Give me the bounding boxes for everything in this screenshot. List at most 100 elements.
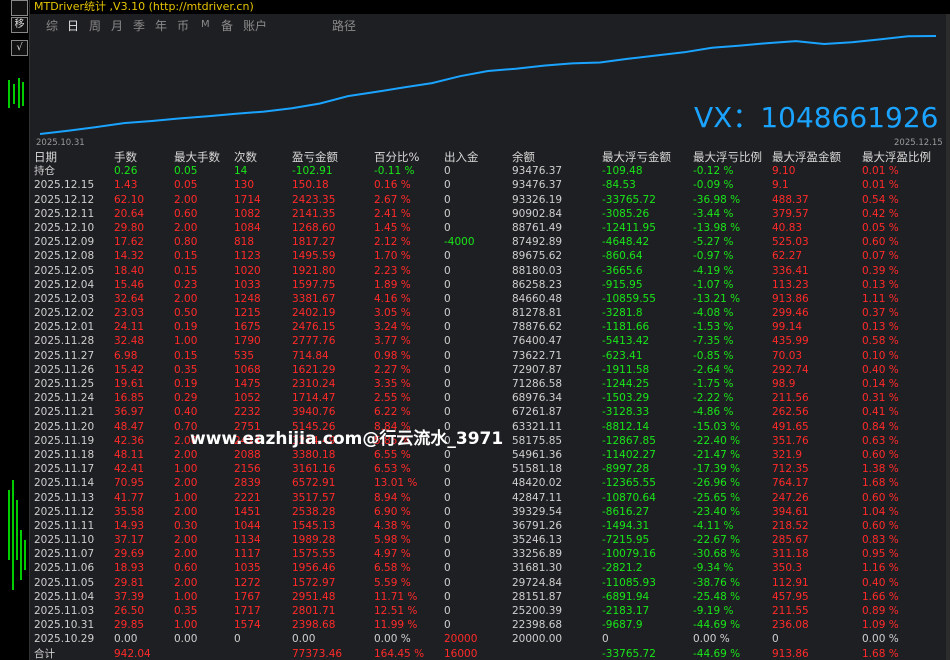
cell-pnl: 盈亏金额 (292, 150, 338, 164)
tab-m[interactable]: M (201, 19, 210, 30)
cell-percent: 3.24 % (374, 321, 411, 334)
cell-percent: 8.94 % (374, 491, 411, 504)
cell-max-float-loss-pct: -2.64 % (693, 363, 734, 376)
cell-percent: 2.12 % (374, 236, 411, 249)
check-button[interactable]: √ (11, 40, 28, 56)
table-row: 2025.11.11 14.93 0.30 1044 1545.13 4.38 % 0 367… (34, 519, 946, 533)
cell-max-float-profit: 62.27 (772, 250, 803, 263)
tab-day[interactable]: 日 (67, 17, 79, 34)
table-row: 2025.11.17 42.41 1.00 2156 3161.16 6.53 % 0 515… (34, 462, 946, 476)
cell-lots: 15.42 (114, 363, 145, 376)
cell-percent: 0.98 % (374, 349, 411, 362)
cell-percent: 4.16 % (374, 292, 411, 305)
cell-max-lots: 最大手数 (174, 150, 220, 164)
cell-max-float-profit: 350.3 (772, 562, 803, 575)
left-toolbar: 移 √ (0, 0, 30, 660)
cell-lots: 18.40 (114, 264, 145, 277)
scrollbar[interactable] (946, 14, 950, 660)
cell-trades: 1052 (234, 392, 261, 405)
cell-balance: 余额 (512, 150, 535, 164)
cell-max-float-profit: 299.46 (772, 307, 809, 320)
cell-date: 2025.12.08 (34, 250, 95, 263)
cell-max-float-loss: -860.64 (602, 250, 643, 263)
cell-balance: 36791.26 (512, 519, 563, 532)
cell-pnl: 2951.48 (292, 590, 336, 603)
cell-max-float-profit: 218.52 (772, 519, 809, 532)
cell-max-float-profit: 247.26 (772, 491, 809, 504)
cell-percent: 6.53 % (374, 463, 411, 476)
cell-max-lots: 1.00 (174, 590, 198, 603)
tab-year[interactable]: 年 (155, 17, 167, 34)
table-row: 2025.11.18 48.11 2.00 2088 3380.18 6.55 % 0 549… (34, 448, 946, 462)
cell-pnl: 6572.91 (292, 477, 336, 490)
cell-max-lots: 1.00 (174, 491, 198, 504)
cell-max-float-loss: -11402.27 (602, 448, 656, 461)
indicator-mark (20, 530, 22, 580)
cell-trades: 1714 (234, 193, 261, 206)
table-row: 2025.10.31 29.85 1.00 1574 2398.68 11.99 % 0 22… (34, 618, 946, 632)
cell-pnl: 2141.35 (292, 207, 336, 220)
cell-max-float-profit: 351.76 (772, 434, 809, 447)
tab-month[interactable]: 月 (111, 17, 123, 34)
cell-max-float-loss: -3128.33 (602, 406, 650, 419)
cell-max-float-profit-pct: 0.84 % (862, 420, 899, 433)
cell-max-float-loss-pct: -13.21 % (693, 292, 741, 305)
cell-max-float-profit: 236.08 (772, 619, 809, 632)
table-row: 2025.11.24 16.85 0.29 1052 1714.47 2.55 % 0 689… (34, 391, 946, 405)
cell-lots: 48.47 (114, 420, 145, 433)
cell-max-float-profit: 764.17 (772, 477, 809, 490)
cell-max-lots: 0.00 (174, 633, 198, 646)
cell-deposit: 0 (444, 378, 451, 390)
indicator-mark (18, 78, 20, 108)
cell-max-lots: 0.23 (174, 278, 198, 291)
cell-max-float-loss: -3085.26 (602, 207, 650, 220)
cell-pnl: 150.18 (292, 179, 329, 192)
cell-date: 2025.11.04 (34, 590, 95, 603)
cell-percent: 164.45 % (374, 647, 425, 660)
cell-max-float-loss: -12867.85 (602, 434, 656, 447)
cell-date: 2025.11.28 (34, 335, 95, 348)
cell-max-float-loss-pct: -36.98 % (693, 193, 741, 206)
cell-date: 2025.11.20 (34, 420, 95, 433)
tab-account[interactable]: 账户 (243, 17, 267, 34)
cell-date: 2025.11.17 (34, 463, 95, 476)
tab-week[interactable]: 周 (89, 17, 101, 34)
tab-overview[interactable]: 综 (46, 17, 58, 34)
tab-path[interactable]: 路径 (332, 17, 356, 34)
cell-max-float-loss: 最大浮亏金额 (602, 150, 671, 164)
cell-percent: 0.00 % (374, 633, 411, 646)
cell-max-float-profit: 0 (772, 633, 779, 646)
cell-max-float-loss-pct: -30.68 % (693, 548, 741, 561)
cell-max-float-profit-pct: 0.41 % (862, 406, 899, 419)
cell-max-float-profit-pct: 1.68 % (862, 647, 899, 660)
cell-percent: 3.77 % (374, 335, 411, 348)
cell-lots: 手数 (114, 150, 137, 164)
cell-max-lots: 2.00 (174, 477, 198, 490)
cell-max-float-loss-pct: -1.75 % (693, 378, 734, 390)
cell-max-float-profit: 292.74 (772, 363, 809, 376)
cell-pnl: 1956.46 (292, 562, 336, 575)
cell-deposit: 0 (444, 221, 451, 234)
cell-balance: 93476.37 (512, 165, 563, 178)
cell-date: 2025.11.05 (34, 576, 95, 589)
cell-percent: 1.70 % (374, 250, 411, 263)
cell-max-float-loss: -623.41 (602, 349, 643, 362)
cell-max-float-loss-pct: -9.19 % (693, 605, 734, 617)
cell-max-lots: 2.00 (174, 576, 198, 589)
cell-pnl: 0.00 (292, 633, 316, 646)
cell-max-float-profit-pct: 0.01 % (862, 179, 899, 192)
tab-notes[interactable]: 备 (221, 17, 233, 34)
move-button[interactable]: 移 (11, 17, 28, 33)
tab-quarter[interactable]: 季 (133, 17, 145, 34)
tab-currency[interactable]: 币 (177, 17, 189, 34)
cell-trades: 2088 (234, 448, 261, 461)
holding-row: 持仓 0.26 0.05 14 -102.91 -0.11 % 0 93476.37 -109.… (34, 164, 946, 178)
toolbar-button-top[interactable] (11, 0, 28, 16)
cell-pnl: 1817.27 (292, 236, 336, 249)
site-watermark: www.eazhijia.com@行云流水_3971 (190, 429, 504, 449)
cell-date: 2025.12.02 (34, 307, 95, 320)
cell-percent: 13.01 % (374, 477, 418, 490)
cell-balance: 93326.19 (512, 193, 563, 206)
cell-max-float-loss: -2183.17 (602, 605, 650, 617)
cell-balance: 93476.37 (512, 179, 563, 192)
